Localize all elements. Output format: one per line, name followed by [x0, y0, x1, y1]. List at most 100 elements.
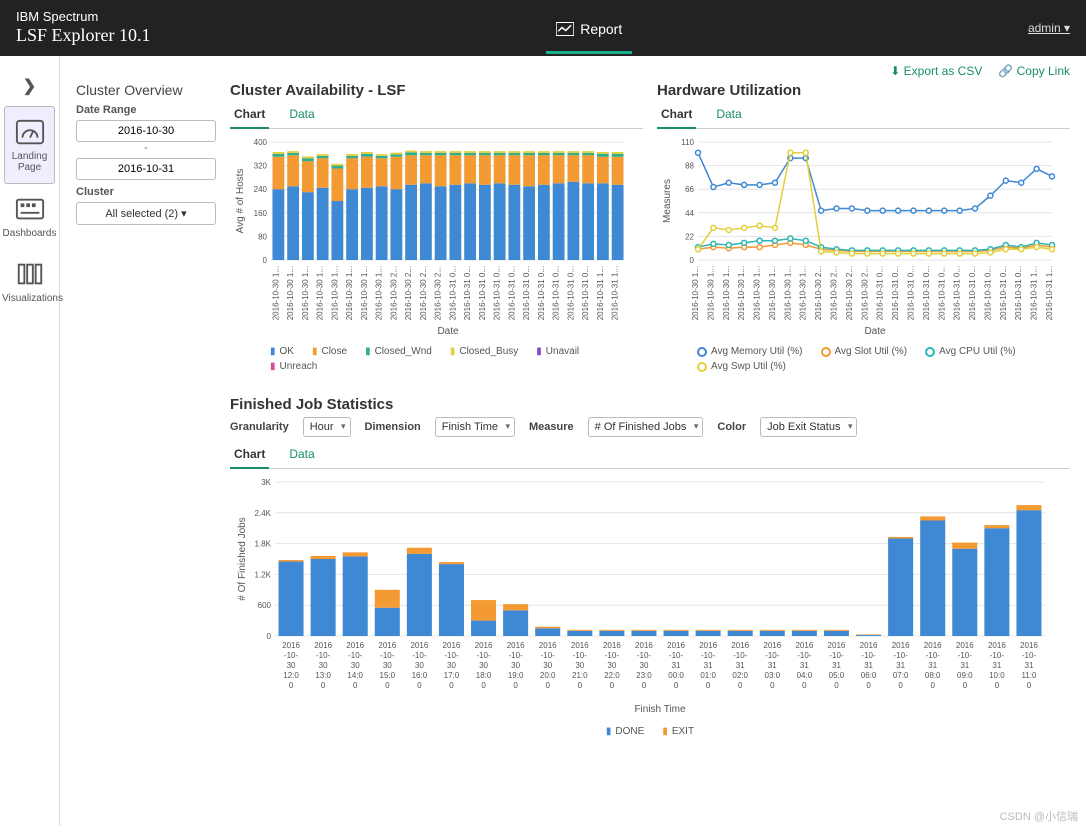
- sidebar-item-landing[interactable]: Landing Page: [4, 106, 55, 184]
- svg-text:2016: 2016: [507, 641, 525, 650]
- svg-text:2016-10-31 0...: 2016-10-31 0...: [448, 266, 457, 320]
- svg-text:30: 30: [543, 661, 552, 670]
- finished-tab-data[interactable]: Data: [285, 443, 318, 468]
- svg-text:0: 0: [321, 681, 326, 690]
- svg-text:30: 30: [383, 661, 392, 670]
- svg-text:# Of Finished Jobs: # Of Finished Jobs: [237, 517, 248, 600]
- svg-text:2016: 2016: [795, 641, 813, 650]
- svg-text:0: 0: [690, 256, 695, 265]
- svg-text:2016-10-31 0...: 2016-10-31 0...: [922, 266, 931, 320]
- svg-text:-10-: -10-: [348, 651, 363, 660]
- svg-text:31: 31: [928, 661, 937, 670]
- svg-text:2016-10-30 1...: 2016-10-30 1...: [753, 266, 762, 320]
- svg-text:2016-10-30 1...: 2016-10-30 1...: [768, 266, 777, 320]
- svg-text:1.2K: 1.2K: [255, 570, 272, 579]
- svg-text:-10-: -10-: [894, 651, 909, 660]
- svg-text:160: 160: [254, 209, 268, 218]
- sidebar-collapse[interactable]: ❯: [0, 66, 59, 106]
- availability-legend: ▮OK▮Close▮Closed_Wnd▮Closed_Busy▮Unavail…: [230, 340, 643, 372]
- date-sep: -: [76, 142, 216, 154]
- cluster-label: Cluster: [76, 186, 216, 198]
- hardware-tab-chart[interactable]: Chart: [657, 103, 696, 129]
- svg-text:-10-: -10-: [380, 651, 395, 660]
- finished-tab-chart[interactable]: Chart: [230, 443, 269, 469]
- svg-text:0: 0: [385, 681, 390, 690]
- svg-text:2016-10-30 1...: 2016-10-30 1...: [375, 266, 384, 320]
- finished-legend: ▮DONE▮EXIT: [230, 720, 1070, 737]
- svg-text:2016: 2016: [346, 641, 364, 650]
- svg-text:2016-10-30 1...: 2016-10-30 1...: [286, 266, 295, 320]
- svg-text:19:0: 19:0: [508, 671, 524, 680]
- svg-text:2016: 2016: [1020, 641, 1038, 650]
- svg-text:2016-10-31 0...: 2016-10-31 0...: [493, 266, 502, 320]
- svg-text:04:0: 04:0: [797, 671, 813, 680]
- measure-select[interactable]: # Of Finished Jobs: [588, 417, 704, 437]
- svg-text:14:0: 14:0: [347, 671, 363, 680]
- svg-text:30: 30: [287, 661, 296, 670]
- svg-text:2016-10-31 0...: 2016-10-31 0...: [507, 266, 516, 320]
- sidebar-item-visualizations[interactable]: Visualizations: [0, 249, 59, 314]
- export-csv-link[interactable]: ⬇ Export as CSV: [890, 64, 982, 78]
- svg-text:18:0: 18:0: [476, 671, 492, 680]
- svg-text:-10-: -10-: [637, 651, 652, 660]
- date-to-input[interactable]: [76, 158, 216, 180]
- svg-text:2016-10-30 1...: 2016-10-30 1...: [271, 266, 280, 320]
- svg-text:0: 0: [674, 681, 679, 690]
- svg-text:06:0: 06:0: [861, 671, 877, 680]
- cluster-select[interactable]: All selected (2) ▾: [76, 202, 216, 225]
- svg-text:88: 88: [685, 162, 694, 171]
- copy-link[interactable]: 🔗 Copy Link: [998, 64, 1070, 78]
- svg-text:0: 0: [481, 681, 486, 690]
- svg-text:30: 30: [479, 661, 488, 670]
- svg-text:-10-: -10-: [412, 651, 427, 660]
- svg-text:0: 0: [738, 681, 743, 690]
- svg-text:-10-: -10-: [476, 651, 491, 660]
- svg-text:44: 44: [685, 209, 694, 218]
- svg-text:0: 0: [449, 681, 454, 690]
- hardware-tab-data[interactable]: Data: [712, 103, 745, 128]
- svg-text:2016: 2016: [667, 641, 685, 650]
- svg-text:0: 0: [545, 681, 550, 690]
- svg-text:2016-10-30 1...: 2016-10-30 1...: [360, 266, 369, 320]
- svg-text:11:0: 11:0: [1021, 671, 1037, 680]
- svg-text:110: 110: [681, 138, 694, 147]
- svg-text:2016: 2016: [860, 641, 878, 650]
- svg-text:3K: 3K: [261, 478, 271, 487]
- svg-text:31: 31: [1025, 661, 1034, 670]
- svg-text:2016: 2016: [635, 641, 653, 650]
- svg-text:400: 400: [254, 138, 268, 147]
- svg-text:2016-10-31 1...: 2016-10-31 1...: [1030, 266, 1039, 320]
- availability-tab-chart[interactable]: Chart: [230, 103, 269, 129]
- user-menu[interactable]: admin ▾: [1028, 21, 1070, 35]
- availability-tab-data[interactable]: Data: [285, 103, 318, 128]
- granularity-select[interactable]: Hour: [303, 417, 351, 437]
- svg-text:-10-: -10-: [861, 651, 876, 660]
- svg-text:-10-: -10-: [797, 651, 812, 660]
- svg-text:0: 0: [263, 256, 268, 265]
- color-select[interactable]: Job Exit Status: [760, 417, 857, 437]
- svg-text:2016-10-30 1...: 2016-10-30 1...: [345, 266, 354, 320]
- svg-text:30: 30: [607, 661, 616, 670]
- granularity-label: Granularity: [230, 421, 289, 433]
- svg-text:2016-10-30 2...: 2016-10-30 2...: [830, 266, 839, 320]
- svg-text:31: 31: [832, 661, 841, 670]
- svg-text:2016-10-30 1...: 2016-10-30 1...: [691, 266, 700, 320]
- svg-text:0: 0: [610, 681, 615, 690]
- svg-text:2016-10-31 0...: 2016-10-31 0...: [478, 266, 487, 320]
- svg-text:-10-: -10-: [605, 651, 620, 660]
- nav-report[interactable]: Report: [546, 3, 632, 54]
- svg-text:-10-: -10-: [958, 651, 973, 660]
- svg-text:23:0: 23:0: [636, 671, 652, 680]
- sidebar-item-dashboards[interactable]: Dashboards: [0, 184, 59, 249]
- chart-icon: [556, 22, 574, 36]
- dimension-select[interactable]: Finish Time: [435, 417, 515, 437]
- svg-text:31: 31: [960, 661, 969, 670]
- svg-text:2016-10-30 1...: 2016-10-30 1...: [301, 266, 310, 320]
- color-label: Color: [717, 421, 746, 433]
- svg-text:31: 31: [768, 661, 777, 670]
- brand-sub: LSF Explorer 10.1: [16, 25, 151, 47]
- svg-text:-10-: -10-: [541, 651, 556, 660]
- date-from-input[interactable]: [76, 120, 216, 142]
- svg-text:0: 0: [770, 681, 775, 690]
- dashboard-icon: [15, 194, 45, 224]
